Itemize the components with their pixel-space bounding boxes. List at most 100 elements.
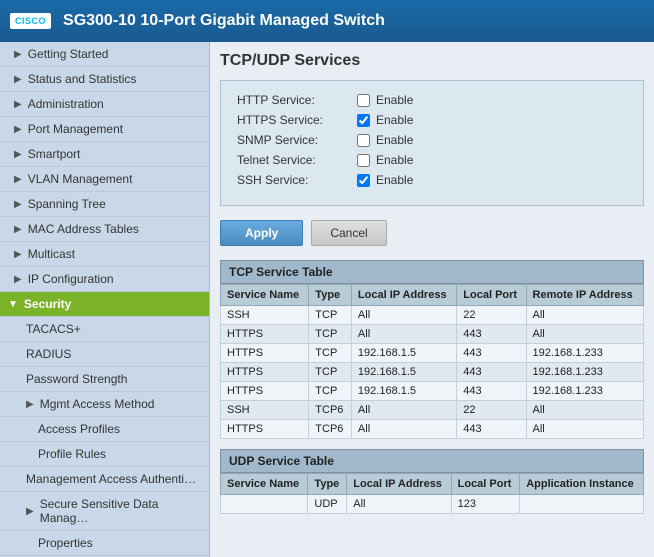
header: CISCO SG300-10 10-Port Gigabit Managed S… bbox=[0, 0, 654, 42]
sidebar-item-label: Properties bbox=[38, 536, 93, 550]
table-cell: 192.168.1.5 bbox=[351, 382, 456, 401]
sidebar-item-administration[interactable]: ▶Administration bbox=[0, 92, 209, 117]
table-row: HTTPSTCP192.168.1.5443192.168.1.233 bbox=[221, 363, 644, 382]
sidebar-item-mgmt-access-auth[interactable]: Management Access Authenti… bbox=[0, 467, 209, 492]
tcp-table: Service NameTypeLocal IP AddressLocal Po… bbox=[220, 284, 644, 439]
table-cell: 443 bbox=[457, 363, 526, 382]
column-header: Local Port bbox=[457, 285, 526, 306]
table-cell: 22 bbox=[457, 306, 526, 325]
table-cell: All bbox=[347, 495, 451, 514]
sidebar-item-security[interactable]: ▼Security bbox=[0, 292, 209, 317]
sidebar-item-getting-started[interactable]: ▶Getting Started bbox=[0, 42, 209, 67]
service-checkbox-telnet[interactable] bbox=[357, 154, 370, 167]
service-label-ssh: SSH Service: bbox=[237, 173, 357, 187]
page-title: TCP/UDP Services bbox=[220, 52, 644, 70]
table-cell: 443 bbox=[457, 325, 526, 344]
sidebar-item-password-strength[interactable]: Password Strength bbox=[0, 367, 209, 392]
table-cell: TCP bbox=[309, 363, 352, 382]
service-label-http: HTTP Service: bbox=[237, 93, 357, 107]
table-row: HTTPSTCP192.168.1.5443192.168.1.233 bbox=[221, 344, 644, 363]
arrow-icon: ▶ bbox=[14, 149, 22, 160]
service-label-telnet: Telnet Service: bbox=[237, 153, 357, 167]
sidebar-item-secure-sensitive-data[interactable]: ▶Secure Sensitive Data Manag… bbox=[0, 492, 209, 531]
sidebar-item-spanning-tree[interactable]: ▶Spanning Tree bbox=[0, 192, 209, 217]
apply-button[interactable]: Apply bbox=[220, 220, 303, 246]
table-cell: 192.168.1.5 bbox=[351, 363, 456, 382]
main-content: TCP/UDP Services HTTP Service: Enable HT… bbox=[210, 42, 654, 557]
table-cell: TCP6 bbox=[309, 401, 352, 420]
column-header: Remote IP Address bbox=[526, 285, 643, 306]
main-layout: ▶Getting Started▶Status and Statistics▶A… bbox=[0, 42, 654, 557]
table-cell: All bbox=[351, 420, 456, 439]
sidebar-item-mac-address-tables[interactable]: ▶MAC Address Tables bbox=[0, 217, 209, 242]
table-cell: TCP6 bbox=[309, 420, 352, 439]
cancel-button[interactable]: Cancel bbox=[311, 220, 386, 246]
sidebar-item-label: Access Profiles bbox=[38, 422, 120, 436]
sidebar-item-ip-configuration[interactable]: ▶IP Configuration bbox=[0, 267, 209, 292]
table-cell: SSH bbox=[221, 401, 309, 420]
arrow-icon: ▶ bbox=[14, 74, 22, 85]
sidebar-item-tacacs[interactable]: TACACS+ bbox=[0, 317, 209, 342]
sidebar-item-mgmt-access-method[interactable]: ▶ Mgmt Access Method bbox=[0, 392, 209, 417]
table-cell: UDP bbox=[308, 495, 347, 514]
sidebar-item-radius[interactable]: RADIUS bbox=[0, 342, 209, 367]
service-checkbox-https[interactable] bbox=[357, 114, 370, 127]
service-label-https: HTTPS Service: bbox=[237, 113, 357, 127]
service-checkbox-http[interactable] bbox=[357, 94, 370, 107]
tcp-table-header: TCP Service Table bbox=[220, 260, 644, 284]
sidebar-item-label: Multicast bbox=[28, 247, 75, 261]
table-cell: All bbox=[526, 401, 643, 420]
arrow-icon: ▶ bbox=[14, 249, 22, 260]
udp-table-section: UDP Service Table Service NameTypeLocal … bbox=[220, 449, 644, 514]
sidebar-item-properties[interactable]: Properties bbox=[0, 531, 209, 556]
table-cell: HTTPS bbox=[221, 344, 309, 363]
sidebar-item-label: Mgmt Access Method bbox=[40, 397, 155, 411]
column-header: Service Name bbox=[221, 474, 308, 495]
service-checkbox-ssh[interactable] bbox=[357, 174, 370, 187]
table-cell: All bbox=[526, 420, 643, 439]
column-header: Local Port bbox=[451, 474, 520, 495]
sidebar-item-label: Smartport bbox=[28, 147, 81, 161]
service-checkbox-snmp[interactable] bbox=[357, 134, 370, 147]
arrow-icon: ▶ bbox=[14, 274, 22, 285]
sidebar-item-label: MAC Address Tables bbox=[28, 222, 139, 236]
table-cell: 192.168.1.233 bbox=[526, 382, 643, 401]
sidebar-item-smartport[interactable]: ▶ Smartport bbox=[0, 142, 209, 167]
table-cell: 192.168.1.233 bbox=[526, 363, 643, 382]
sidebar-item-multicast[interactable]: ▶ Multicast bbox=[0, 242, 209, 267]
sidebar-item-port-management[interactable]: ▶Port Management bbox=[0, 117, 209, 142]
table-cell: TCP bbox=[309, 382, 352, 401]
sidebar-item-label: VLAN Management bbox=[28, 172, 133, 186]
table-cell bbox=[221, 495, 308, 514]
sidebar-item-vlan-management[interactable]: ▶VLAN Management bbox=[0, 167, 209, 192]
table-row: HTTPSTCP192.168.1.5443192.168.1.233 bbox=[221, 382, 644, 401]
sidebar-item-access-profiles[interactable]: Access Profiles bbox=[0, 417, 209, 442]
service-row-snmp: SNMP Service: Enable bbox=[237, 133, 627, 147]
table-cell: SSH bbox=[221, 306, 309, 325]
table-cell: 443 bbox=[457, 420, 526, 439]
column-header: Service Name bbox=[221, 285, 309, 306]
sidebar-item-profile-rules[interactable]: Profile Rules bbox=[0, 442, 209, 467]
udp-table-header: UDP Service Table bbox=[220, 449, 644, 473]
table-cell: HTTPS bbox=[221, 382, 309, 401]
table-cell: 192.168.1.5 bbox=[351, 344, 456, 363]
cisco-logo: CISCO bbox=[10, 13, 51, 29]
arrow-icon: ▼ bbox=[8, 299, 18, 310]
table-cell bbox=[520, 495, 644, 514]
udp-table: Service NameTypeLocal IP AddressLocal Po… bbox=[220, 473, 644, 514]
service-enable-label-http: Enable bbox=[376, 93, 413, 107]
tcp-table-section: TCP Service Table Service NameTypeLocal … bbox=[220, 260, 644, 439]
sidebar-item-label: Password Strength bbox=[26, 372, 127, 386]
column-header: Local IP Address bbox=[347, 474, 451, 495]
table-cell: 443 bbox=[457, 344, 526, 363]
table-row: HTTPSTCP6All443All bbox=[221, 420, 644, 439]
table-row: UDPAll123 bbox=[221, 495, 644, 514]
arrow-icon: ▶ bbox=[26, 399, 34, 410]
table-row: HTTPSTCPAll443All bbox=[221, 325, 644, 344]
table-cell: 123 bbox=[451, 495, 520, 514]
service-label-snmp: SNMP Service: bbox=[237, 133, 357, 147]
service-row-https: HTTPS Service: Enable bbox=[237, 113, 627, 127]
service-enable-label-telnet: Enable bbox=[376, 153, 413, 167]
column-header: Local IP Address bbox=[351, 285, 456, 306]
sidebar-item-status-statistics[interactable]: ▶Status and Statistics bbox=[0, 67, 209, 92]
